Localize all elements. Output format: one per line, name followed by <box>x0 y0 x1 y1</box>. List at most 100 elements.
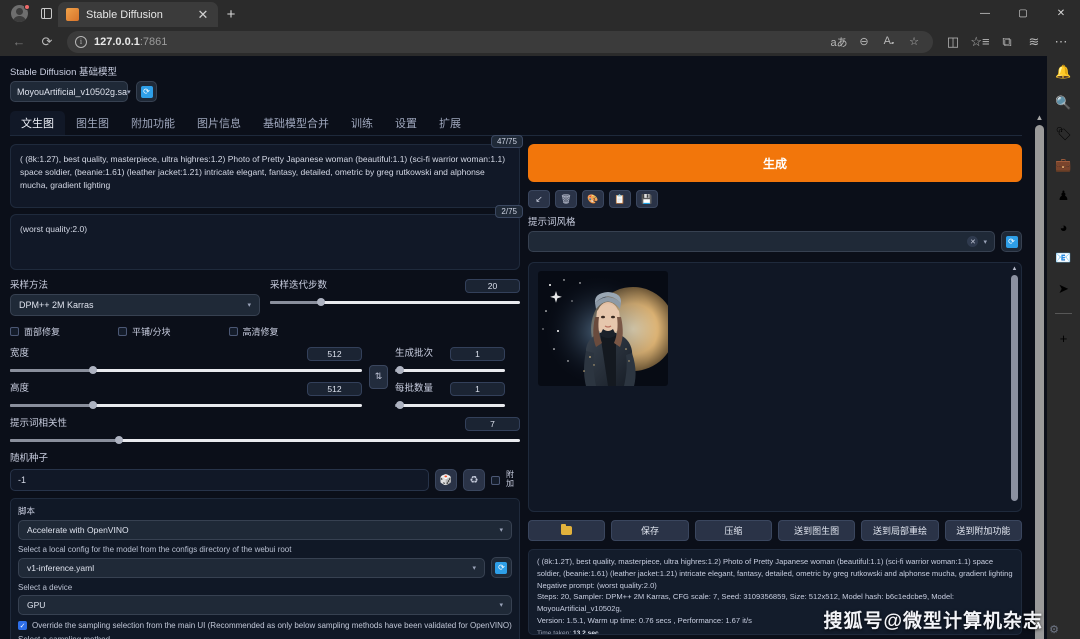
split-screen-icon[interactable]: ◫ <box>940 30 966 54</box>
image-panel-scrollbar[interactable]: ▲ <box>1010 266 1019 510</box>
profile-avatar[interactable] <box>6 1 32 27</box>
model-refresh-button[interactable]: ⟳ <box>136 81 157 102</box>
model-select[interactable]: MoyouArtificial_v10502g.sa ▾ <box>10 81 128 102</box>
add-sidebar-app-icon[interactable]: + <box>1054 328 1074 348</box>
scroll-up-icon[interactable]: ▲ <box>1010 266 1019 272</box>
tab-img2img[interactable]: 图生图 <box>65 111 120 135</box>
address-bar[interactable]: i 127.0.0.1:7861 aあ ⊖ A𝅘 ☆ <box>67 31 933 53</box>
checkbox-face-restore[interactable]: 面部修复 <box>10 325 60 338</box>
favorite-star-icon[interactable]: ☆ <box>903 32 925 52</box>
width-slider[interactable] <box>10 368 362 373</box>
device-select[interactable]: GPU ▾ <box>18 595 512 615</box>
browser-tab-stable-diffusion[interactable]: Stable Diffusion ✕ <box>58 2 218 27</box>
generated-image[interactable] <box>538 271 668 386</box>
scrollbar-thumb[interactable] <box>1011 275 1018 501</box>
seed-input[interactable]: -1 <box>10 469 429 491</box>
page-scrollbar-thumb[interactable] <box>1035 125 1044 639</box>
slider-knob[interactable] <box>396 401 404 409</box>
batch-size-value[interactable]: 1 <box>450 382 505 396</box>
reload-icon[interactable]: ⟳ <box>34 30 60 54</box>
page-scrollbar[interactable]: ▲ <box>1032 112 1047 639</box>
height-value[interactable]: 512 <box>307 382 362 396</box>
clipboard-icon[interactable]: 📋 <box>609 190 631 208</box>
random-seed-button[interactable]: 🎲 <box>435 469 457 491</box>
tab-extensions[interactable]: 扩展 <box>428 111 472 135</box>
minimize-icon[interactable]: — <box>966 0 1004 27</box>
favorites-icon[interactable]: ☆≡ <box>967 30 993 54</box>
styles-select[interactable]: ✕ ▾ <box>528 231 995 252</box>
send-to-inpaint-button[interactable]: 送到局部重绘 <box>861 520 938 541</box>
send-to-extras-button[interactable]: 送到附加功能 <box>945 520 1022 541</box>
positive-prompt-input[interactable]: ( (8k:1.27), best quality, masterpiece, … <box>10 144 520 208</box>
batch-count-value[interactable]: 1 <box>450 347 505 361</box>
site-info-icon[interactable]: i <box>75 36 87 48</box>
batch-size-slider[interactable] <box>395 403 505 408</box>
config-refresh-button[interactable]: ⟳ <box>491 557 512 578</box>
slider-knob[interactable] <box>115 436 123 444</box>
maximize-icon[interactable]: ▢ <box>1004 0 1042 27</box>
tab-extras[interactable]: 附加功能 <box>120 111 186 135</box>
open-folder-button[interactable] <box>528 520 605 541</box>
palette-icon[interactable]: 🎨 <box>582 190 604 208</box>
zip-button[interactable]: 压缩 <box>695 520 772 541</box>
steps-label-line: 采样迭代步数 20 <box>270 277 520 294</box>
override-sampling-checkbox-row[interactable]: ✓ Override the sampling selection from t… <box>18 621 512 630</box>
swap-dimensions-button[interactable]: ⇅ <box>369 365 388 389</box>
outlook-icon[interactable]: 📧 <box>1054 248 1074 268</box>
slider-knob[interactable] <box>89 401 97 409</box>
save-button[interactable]: 保存 <box>611 520 688 541</box>
save-icon[interactable]: 💾 <box>636 190 658 208</box>
script-select[interactable]: Accelerate with OpenVINO ▾ <box>18 520 512 540</box>
styles-refresh-button[interactable]: ⟳ <box>1001 231 1022 252</box>
trash-icon[interactable]: 🗑 <box>555 190 577 208</box>
zoom-out-icon[interactable]: ⊖ <box>853 32 875 52</box>
tools-briefcase-icon[interactable]: 💼 <box>1054 155 1074 175</box>
checkbox-hires-fix[interactable]: 高清修复 <box>229 325 279 338</box>
back-icon[interactable]: ← <box>6 30 32 54</box>
reuse-seed-button[interactable]: ♻ <box>463 469 485 491</box>
close-icon[interactable]: ✕ <box>196 8 210 21</box>
floating-gear-icon[interactable]: ⚙ <box>1049 623 1059 636</box>
generate-button[interactable]: 生成 <box>528 144 1022 182</box>
cfg-slider[interactable] <box>10 438 520 443</box>
negative-prompt-input[interactable]: (worst quality:2.0) <box>10 214 520 270</box>
slider-knob[interactable] <box>89 366 97 374</box>
sampler-select[interactable]: DPM++ 2M Karras ▾ <box>10 294 260 316</box>
height-slider[interactable] <box>10 403 362 408</box>
send-to-img2img-button[interactable]: 送到图生图 <box>778 520 855 541</box>
scroll-up-icon[interactable]: ▲ <box>1032 112 1047 124</box>
tab-pnginfo[interactable]: 图片信息 <box>186 111 252 135</box>
copilot-icon[interactable]: ≋ <box>1021 30 1047 54</box>
tab-train[interactable]: 训练 <box>340 111 384 135</box>
shopping-tag-icon[interactable]: 🏷 <box>1054 124 1074 144</box>
tab-actions-button[interactable] <box>34 2 58 26</box>
width-value[interactable]: 512 <box>307 347 362 361</box>
settings-overflow-icon[interactable]: ⋯ <box>1048 30 1074 54</box>
batch-count-slider[interactable] <box>395 368 505 373</box>
send-plane-icon[interactable]: ➤ <box>1054 279 1074 299</box>
slider-knob[interactable] <box>396 366 404 374</box>
games-chess-icon[interactable]: ♟ <box>1054 186 1074 206</box>
seed-extra-checkbox[interactable] <box>491 476 500 485</box>
new-tab-button[interactable]: + <box>218 2 244 27</box>
steps-value[interactable]: 20 <box>465 279 520 293</box>
notifications-bell-icon[interactable]: 🔔 <box>1054 62 1074 82</box>
window-close-icon[interactable]: ✕ <box>1042 0 1080 27</box>
collections-icon[interactable]: ⧉ <box>994 30 1020 54</box>
copilot-icon[interactable]: ◕ <box>1054 217 1074 237</box>
slider-knob[interactable] <box>317 298 325 306</box>
clear-icon[interactable]: ✕ <box>967 236 978 247</box>
steps-slider[interactable] <box>270 300 520 305</box>
read-aloud-icon[interactable]: aあ <box>828 32 850 52</box>
script-value: Accelerate with OpenVINO <box>27 525 129 535</box>
immersive-reader-icon[interactable]: A𝅘 <box>878 32 900 52</box>
checkbox-tiling[interactable]: 平铺/分块 <box>118 325 171 338</box>
arrow-icon[interactable]: ↙ <box>528 190 550 208</box>
search-icon[interactable]: 🔍 <box>1054 93 1074 113</box>
result-image-panel[interactable]: ▲ <box>528 262 1022 512</box>
config-select[interactable]: v1-inference.yaml ▾ <box>18 558 485 578</box>
tab-checkpoint-merger[interactable]: 基础模型合并 <box>252 111 340 135</box>
tab-txt2img[interactable]: 文生图 <box>10 111 65 135</box>
tab-settings[interactable]: 设置 <box>384 111 428 135</box>
cfg-value[interactable]: 7 <box>465 417 520 431</box>
